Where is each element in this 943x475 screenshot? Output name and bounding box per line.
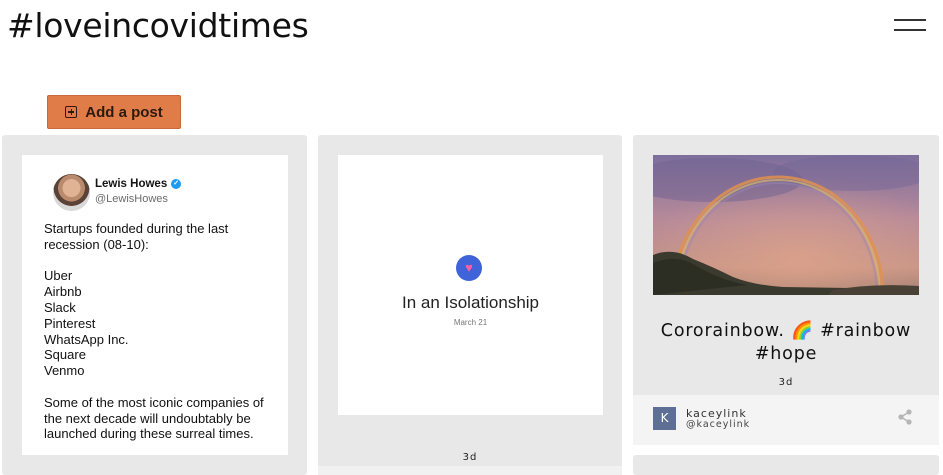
add-post-label: Add a post xyxy=(85,103,163,121)
tweet-author-name: Lewis Howes xyxy=(95,178,168,190)
tweet-line: WhatsApp Inc. xyxy=(44,331,129,347)
post-card[interactable]: Lewis Howes ✓ @LewisHowes Startups found… xyxy=(2,135,307,475)
post-card[interactable]: Cororainbow. 🌈 #rainbow #hope 3d K kacey… xyxy=(633,135,939,445)
post-time: 3d xyxy=(778,377,794,388)
verified-badge-icon: ✓ xyxy=(171,179,182,189)
tweet-handle: @LewisHowes xyxy=(95,193,168,205)
author-bar: K kaceylink @kaceylink xyxy=(633,395,939,445)
tweet-line: Uber xyxy=(44,268,73,284)
tweet-line: Pinterest xyxy=(44,315,96,331)
add-post-button[interactable]: Add a post xyxy=(47,95,181,129)
author-handle[interactable]: @kaceylink xyxy=(686,419,750,430)
post-time: 3d xyxy=(462,452,478,463)
menu-bar xyxy=(894,19,926,21)
author-bar xyxy=(318,466,622,475)
site-title: #loveincovidtimes xyxy=(7,6,309,45)
post-caption: Cororainbow. 🌈 #rainbow #hope xyxy=(660,321,912,364)
tweet-line: Some of the most iconic companies of the… xyxy=(44,394,264,442)
image-title: In an Isolationship xyxy=(401,293,540,312)
post-card[interactable]: ♥ In an Isolationship March 21 3d xyxy=(318,135,622,475)
tweet-line: Slack xyxy=(44,299,76,315)
menu-bar xyxy=(894,29,926,31)
share-icon[interactable] xyxy=(897,409,913,425)
post-image: ♥ In an Isolationship March 21 xyxy=(338,155,603,415)
image-date: March 21 xyxy=(453,318,488,327)
tweet-image: Lewis Howes ✓ @LewisHowes Startups found… xyxy=(22,155,288,455)
tweet-line: Square xyxy=(44,347,86,363)
avatar xyxy=(53,174,90,211)
avatar[interactable]: K xyxy=(653,407,676,430)
tweet-line: Airbnb xyxy=(44,284,82,300)
hamburger-menu-icon[interactable] xyxy=(892,17,928,37)
tweet-line: Startups founded during the last recessi… xyxy=(44,221,229,252)
rainbow-photo xyxy=(653,155,919,295)
heart-icon: ♥ xyxy=(456,255,482,281)
tweet-line: Venmo xyxy=(44,363,85,379)
post-card[interactable] xyxy=(633,455,939,475)
plus-square-icon xyxy=(65,106,78,118)
tweet-body: Startups founded during the last recessi… xyxy=(44,221,280,442)
tweet-author: Lewis Howes ✓ xyxy=(95,178,182,190)
